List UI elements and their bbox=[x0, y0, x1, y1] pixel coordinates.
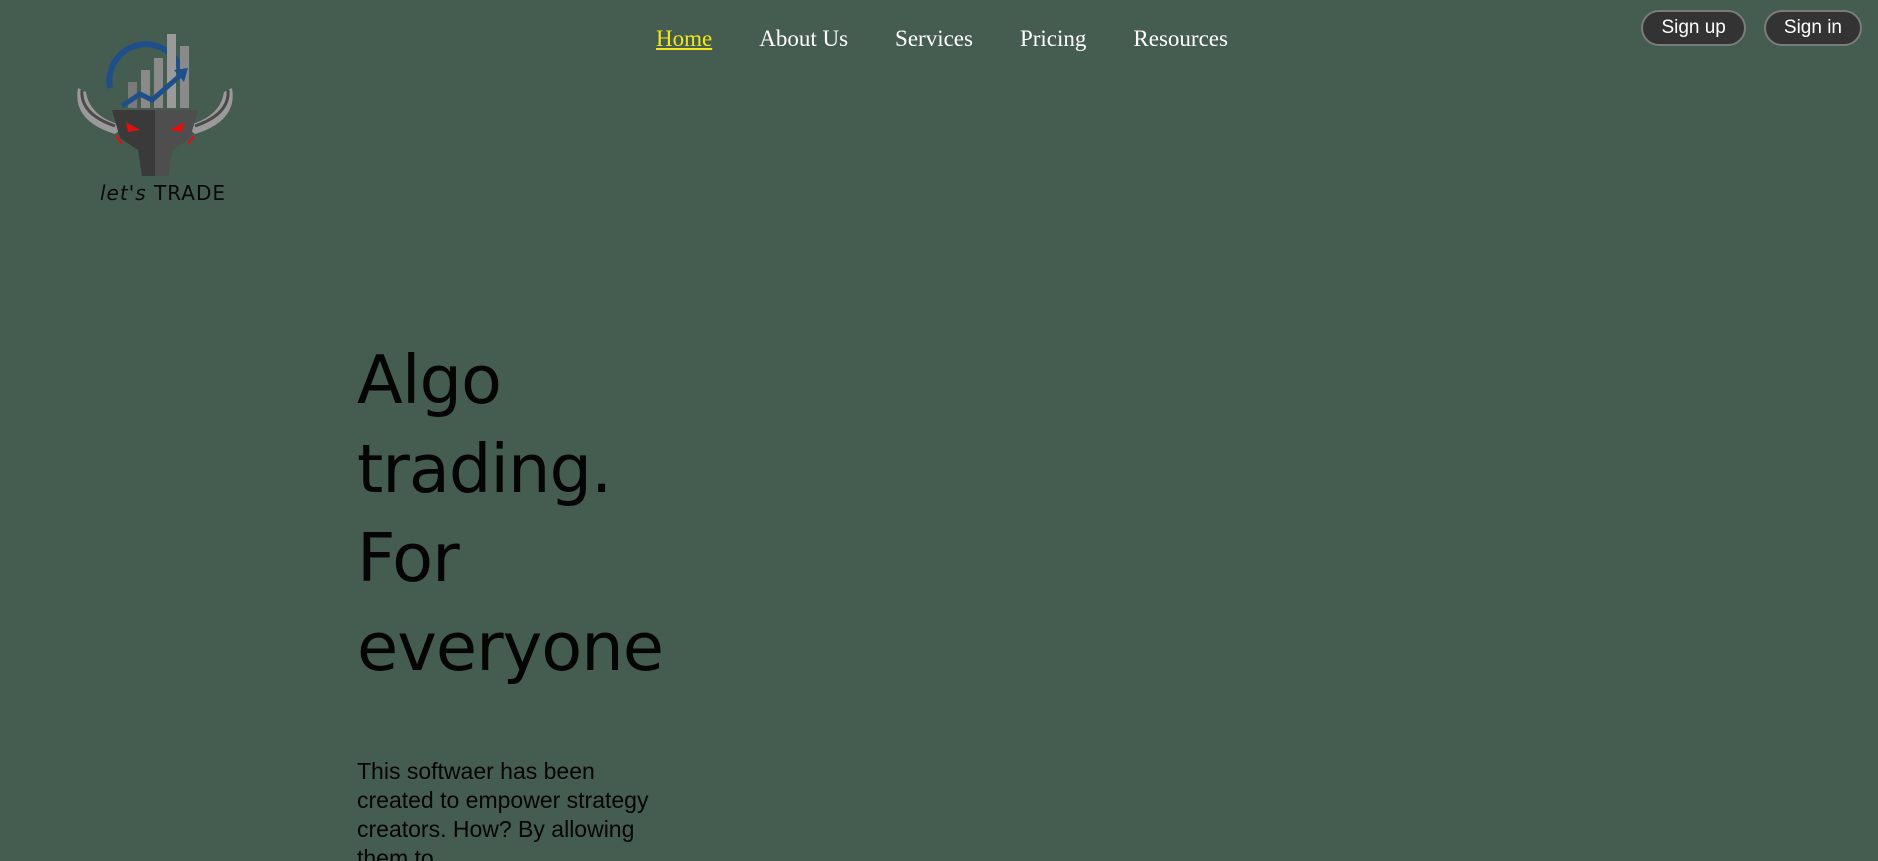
hero-title-line: For bbox=[357, 519, 460, 597]
main-nav: Home About Us Services Pricing Resources bbox=[656, 26, 1228, 52]
auth-buttons: Sign up Sign in bbox=[1641, 10, 1862, 46]
brand-prefix: let's bbox=[100, 181, 147, 205]
hero-section: Algo trading. For everyone This softwaer… bbox=[357, 336, 677, 861]
brand-name: let's TRADE bbox=[100, 181, 240, 205]
hero-description: This softwaer has been created to empowe… bbox=[357, 758, 649, 861]
hero-title-line: everyone bbox=[357, 608, 664, 686]
nav-resources[interactable]: Resources bbox=[1133, 26, 1228, 52]
hero-title-line: Algo bbox=[357, 341, 502, 419]
nav-home[interactable]: Home bbox=[656, 26, 712, 52]
nav-services[interactable]: Services bbox=[895, 26, 973, 52]
sign-in-button[interactable]: Sign in bbox=[1763, 10, 1862, 46]
nav-pricing[interactable]: Pricing bbox=[1020, 26, 1086, 52]
hero-title: Algo trading. For everyone bbox=[357, 336, 677, 692]
sign-up-button[interactable]: Sign up bbox=[1641, 10, 1746, 46]
brand-word: TRADE bbox=[153, 181, 227, 205]
brand-logo[interactable]: let's TRADE bbox=[70, 26, 240, 212]
nav-about-us[interactable]: About Us bbox=[759, 26, 848, 52]
bull-chart-logo-icon bbox=[77, 34, 233, 176]
hero-title-line: trading. bbox=[357, 430, 612, 508]
